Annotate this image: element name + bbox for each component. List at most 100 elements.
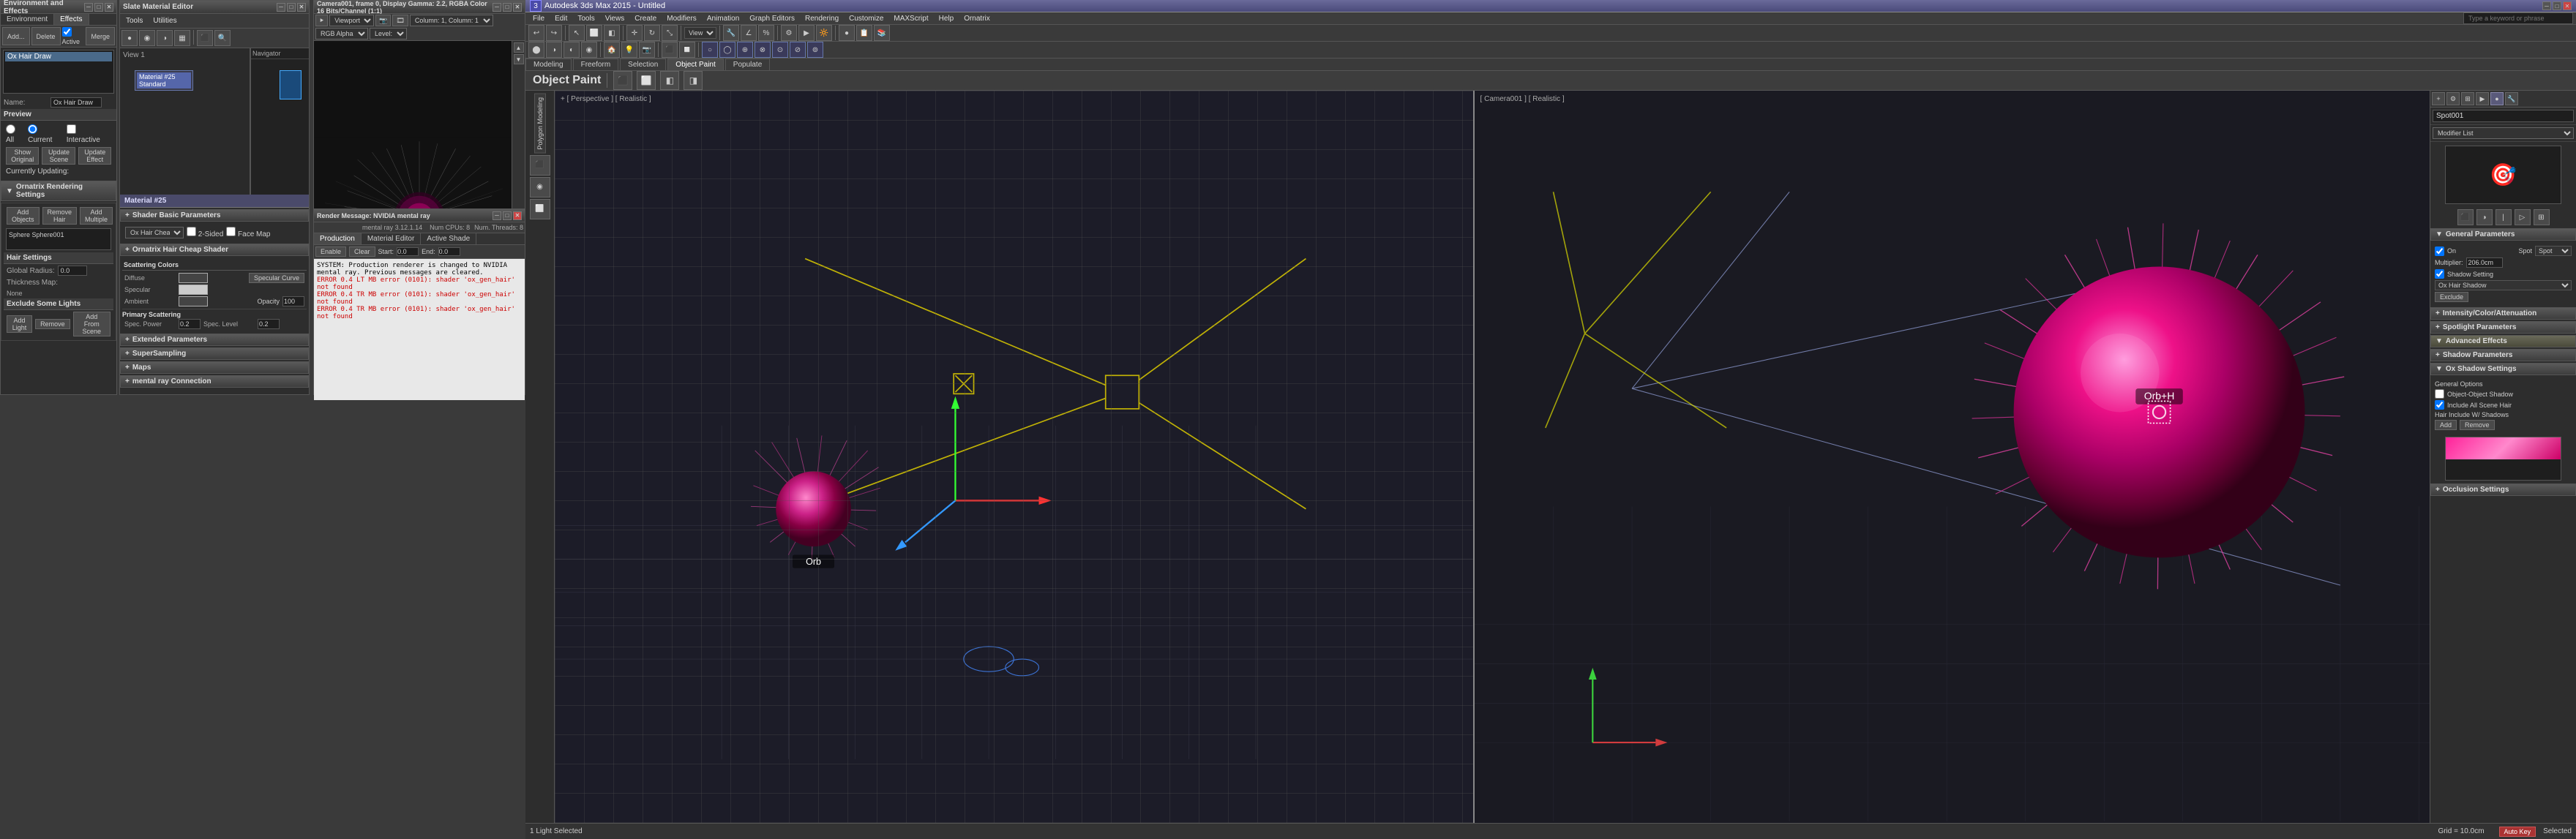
max-maximize-btn[interactable]: □: [2553, 1, 2561, 10]
menu-graph-editors[interactable]: Graph Editors: [745, 13, 799, 24]
material-editor-btn[interactable]: ●: [839, 25, 855, 41]
general-params-header[interactable]: ▼ General Parameters: [2430, 228, 2576, 241]
menu-create[interactable]: Create: [630, 13, 661, 24]
extended-params-header[interactable]: + Extended Parameters: [120, 334, 309, 346]
auto-key-btn[interactable]: Auto Key: [2499, 827, 2536, 837]
rp-remove-btn[interactable]: Remove: [2460, 420, 2495, 430]
viewport-select[interactable]: Viewport: [329, 15, 374, 26]
column-select[interactable]: Column: 1, Column: 1: [410, 15, 493, 26]
tab-effects[interactable]: Effects: [54, 14, 89, 25]
ambient-swatch[interactable]: [179, 296, 208, 306]
scene-explorer-btn[interactable]: 📋: [856, 25, 872, 41]
hair-cheap-shader-header[interactable]: + Ornatrix Hair Cheap Shader: [120, 244, 309, 256]
update-effect-btn[interactable]: Update Effect: [78, 147, 111, 165]
maximize-btn[interactable]: □: [94, 3, 103, 12]
rp-modify-tab[interactable]: ⚙: [2446, 92, 2460, 105]
close-btn[interactable]: ✕: [105, 3, 113, 12]
ornatrix-icon-3[interactable]: ⊕: [737, 42, 753, 58]
include-scene-checkbox[interactable]: [2435, 400, 2444, 410]
rp-utilities-tab[interactable]: 🔧: [2505, 92, 2518, 105]
ctx-tab-freeform[interactable]: Freeform: [573, 59, 619, 70]
shadow-type-select[interactable]: Ox Hair Shadow: [2435, 280, 2572, 290]
tab-material-editor[interactable]: Material Editor: [362, 233, 421, 244]
update-scene-btn[interactable]: Update Scene: [42, 147, 75, 165]
light-type-select[interactable]: Spot: [2535, 246, 2572, 256]
angle-snap-btn[interactable]: ∠: [741, 25, 757, 41]
slate-graph-view[interactable]: View 1 Material #25 Standard: [120, 48, 250, 195]
redo-btn[interactable]: ↪: [546, 25, 562, 41]
slate-icon-2[interactable]: ◉: [139, 30, 155, 46]
rp-add-btn[interactable]: Add: [2435, 420, 2457, 430]
exclude-btn[interactable]: Exclude: [2435, 292, 2468, 302]
spec-power-input[interactable]: [179, 319, 201, 329]
undo-btn[interactable]: ↩: [528, 25, 544, 41]
render-btn[interactable]: ▶: [798, 25, 815, 41]
menu-views[interactable]: Views: [601, 13, 629, 24]
spec-level-input[interactable]: [258, 319, 280, 329]
cam-icon-2[interactable]: 🎞: [392, 15, 408, 26]
specular-curve-btn[interactable]: Specular Curve: [249, 273, 304, 283]
object-object-checkbox[interactable]: [2435, 389, 2444, 399]
rp-motion-tab[interactable]: ▶: [2476, 92, 2489, 105]
rp-btn-5[interactable]: ⊞: [2534, 209, 2550, 225]
slate-icon-5[interactable]: ⬛: [197, 30, 213, 46]
render-setup-btn[interactable]: ⚙: [781, 25, 797, 41]
clear-btn[interactable]: Clear: [349, 247, 375, 257]
start-input[interactable]: [397, 247, 419, 256]
tb2-icon-3[interactable]: ◐: [564, 42, 580, 58]
ctx-tab-object-paint[interactable]: Object Paint: [667, 59, 723, 70]
rm-close-btn[interactable]: ✕: [513, 211, 522, 220]
menu-ornatrix[interactable]: Ornatrix: [959, 13, 995, 24]
shadow-params-header[interactable]: + Shadow Parameters: [2430, 349, 2576, 361]
menu-rendering[interactable]: Rendering: [801, 13, 843, 24]
ref-coord-select[interactable]: View: [684, 27, 716, 39]
menu-edit[interactable]: Edit: [550, 13, 572, 24]
tb2-icon-9[interactable]: 🔲: [679, 42, 695, 58]
rp-hierarchy-tab[interactable]: ⊞: [2461, 92, 2474, 105]
all-radio[interactable]: [6, 124, 15, 134]
camera-viewport-main[interactable]: [ Camera001 ] [ Realistic ] [ Camera001 …: [1475, 91, 2576, 839]
objects-list[interactable]: Sphere Sphere001: [6, 228, 111, 250]
add-effect-btn[interactable]: Add...: [2, 27, 30, 45]
modifier-list-select[interactable]: Modifier List: [2433, 127, 2574, 139]
mental-ray-header[interactable]: + mental ray Connection: [120, 375, 309, 388]
arrow-to-render-btn[interactable]: ⯈: [315, 15, 328, 26]
show-original-btn[interactable]: Show Original: [6, 147, 39, 165]
ornatrix-icon-1[interactable]: ○: [702, 42, 718, 58]
op-icon-4[interactable]: ◨: [684, 71, 703, 90]
render-log-area[interactable]: SYSTEM: Production renderer is changed t…: [314, 259, 525, 400]
menu-animation[interactable]: Animation: [703, 13, 744, 24]
cam-maximize-btn[interactable]: □: [503, 3, 512, 12]
vp-left-icon-2[interactable]: ◉: [530, 177, 550, 197]
remove-light-btn[interactable]: Remove: [35, 319, 70, 329]
activeshade-btn[interactable]: 🔆: [816, 25, 832, 41]
occlusion-settings-header[interactable]: + Occlusion Settings: [2430, 484, 2576, 496]
merge-effect-btn[interactable]: Merge: [86, 27, 115, 45]
advanced-effects-header[interactable]: ▼ Advanced Effects: [2430, 335, 2576, 347]
menu-customize[interactable]: Customize: [845, 13, 888, 24]
shader-basic-header[interactable]: + Shader Basic Parameters: [120, 209, 309, 222]
move-btn[interactable]: ✛: [626, 25, 643, 41]
specular-swatch[interactable]: [179, 285, 208, 295]
slate-menu-tools[interactable]: Tools: [121, 15, 147, 26]
rm-minimize-btn[interactable]: ─: [493, 211, 501, 220]
menu-modifiers[interactable]: Modifiers: [662, 13, 701, 24]
layer-manager-btn[interactable]: 📚: [874, 25, 890, 41]
ctx-tab-modeling[interactable]: Modeling: [525, 59, 572, 70]
menu-help[interactable]: Help: [935, 13, 959, 24]
end-input[interactable]: [438, 247, 460, 256]
effects-item-0[interactable]: Ox Hair Draw: [5, 52, 112, 61]
ornatrix-icon-6[interactable]: ⊘: [790, 42, 806, 58]
slate-icon-4[interactable]: ▦: [174, 30, 190, 46]
rp-create-tab[interactable]: +: [2432, 92, 2445, 105]
tb2-icon-4[interactable]: ◉: [581, 42, 597, 58]
material-node[interactable]: Material #25 Standard: [135, 70, 193, 91]
supersampling-header[interactable]: + SuperSampling: [120, 347, 309, 360]
ornatrix-icon-5[interactable]: ⊙: [772, 42, 788, 58]
cam-toolbar-btn-2[interactable]: ▼: [514, 54, 524, 64]
slate-close-btn[interactable]: ✕: [297, 3, 306, 12]
cam-icon[interactable]: 📷: [375, 15, 391, 26]
rp-display-tab[interactable]: ●: [2490, 92, 2504, 105]
spotlight-params-header[interactable]: + Spotlight Parameters: [2430, 321, 2576, 334]
active-checkbox[interactable]: [62, 27, 72, 37]
